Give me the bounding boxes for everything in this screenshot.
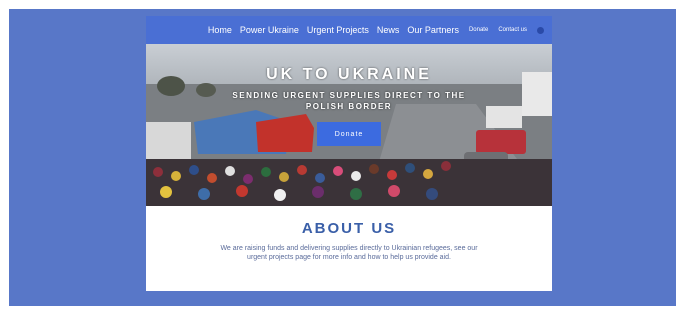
donate-button[interactable]: Donate <box>317 122 381 146</box>
screenshot-frame: Home Power Ukraine Urgent Projects News … <box>0 0 685 313</box>
website-preview: Home Power Ukraine Urgent Projects News … <box>146 16 552 291</box>
profile-icon[interactable] <box>537 26 544 34</box>
about-heading: ABOUT US <box>301 220 397 237</box>
hero-subtitle: SENDING URGENT SUPPLIES DIRECT TO THE PO… <box>232 91 466 111</box>
hero-title: UK TO UKRAINE <box>266 66 432 83</box>
hero-banner: UK TO UKRAINE SENDING URGENT SUPPLIES DI… <box>146 44 552 206</box>
nav-donate[interactable]: Donate <box>469 27 488 33</box>
nav-urgent-projects[interactable]: Urgent Projects <box>307 25 369 35</box>
nav-news[interactable]: News <box>377 25 400 35</box>
nav-contact-us[interactable]: Contact us <box>498 27 527 33</box>
top-navigation: Home Power Ukraine Urgent Projects News … <box>146 16 552 44</box>
nav-our-partners[interactable]: Our Partners <box>407 25 459 35</box>
about-description: We are raising funds and delivering supp… <box>220 245 478 261</box>
nav-power-ukraine[interactable]: Power Ukraine <box>240 25 299 35</box>
nav-home[interactable]: Home <box>208 25 232 35</box>
